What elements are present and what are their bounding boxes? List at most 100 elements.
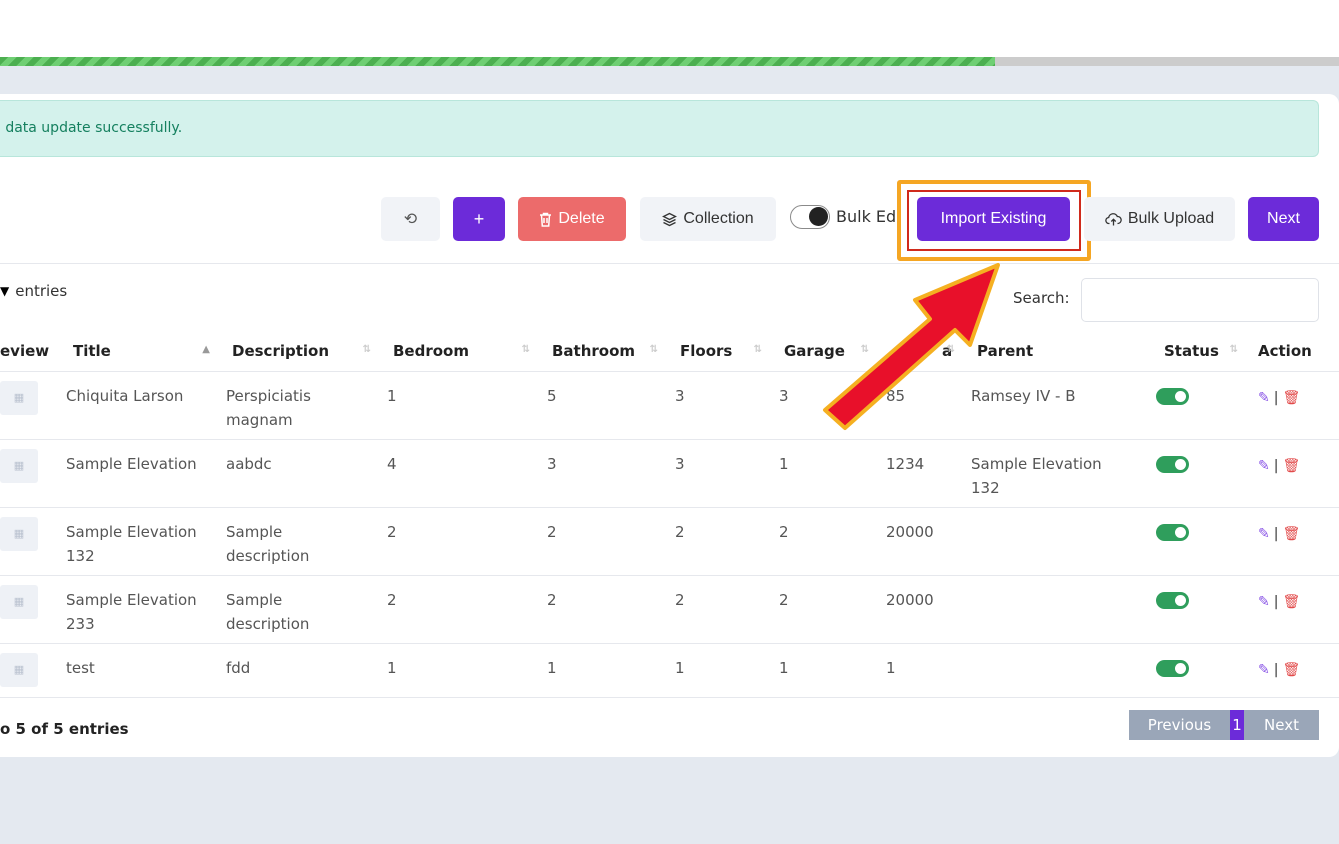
table-cell: 2 — [540, 507, 668, 576]
status-toggle[interactable] — [1156, 659, 1189, 677]
bulk-edit-toggle[interactable] — [790, 205, 830, 229]
top-bar — [0, 0, 1339, 57]
edit-icon[interactable]: ✎ — [1258, 522, 1270, 546]
cell-bedroom: 2 — [387, 590, 397, 609]
trash-icon[interactable]: 🗑 — [1282, 590, 1300, 614]
cell-floors: 3 — [675, 454, 685, 473]
column-header-area[interactable]: a ⇅ — [879, 332, 965, 372]
edit-icon[interactable]: ✎ — [1258, 590, 1270, 614]
undo-button[interactable]: ⟲ — [381, 197, 440, 241]
cell-floors: 2 — [675, 590, 685, 609]
search-label: Search: — [1013, 289, 1070, 307]
table-cell: 2 — [381, 575, 540, 644]
cell-garage: 1 — [779, 454, 789, 473]
status-toggle[interactable] — [1156, 591, 1189, 609]
trash-icon — [540, 212, 552, 227]
table-cell: 1 — [381, 371, 540, 440]
table-cell: 4 — [381, 439, 540, 508]
cell-bathroom: 5 — [547, 386, 557, 405]
cell-area: 20000 — [886, 590, 934, 609]
trash-icon[interactable]: 🗑 — [1282, 522, 1300, 546]
cell-bedroom: 1 — [387, 658, 397, 677]
status-cell — [1150, 575, 1248, 644]
column-header-title[interactable]: Title ▲ — [61, 332, 220, 372]
edit-icon[interactable]: ✎ — [1258, 386, 1270, 410]
highlight-box — [897, 180, 1091, 261]
column-header-garage[interactable]: Garage ⇅ — [772, 332, 879, 372]
edit-icon[interactable]: ✎ — [1258, 658, 1270, 682]
table-cell: 1 — [381, 643, 540, 698]
bulk-upload-label: Bulk Upload — [1127, 210, 1215, 227]
preview-cell: ▦ — [0, 371, 61, 440]
cell-garage: 3 — [779, 386, 789, 405]
edit-icon[interactable]: ✎ — [1258, 454, 1270, 478]
table-cell: 20000 — [879, 575, 965, 644]
chevron-down-icon: ▼ — [0, 284, 10, 298]
status-cell — [1150, 643, 1248, 698]
table-cell — [965, 507, 1150, 576]
status-toggle[interactable] — [1156, 523, 1189, 541]
cell-area: 20000 — [886, 522, 934, 541]
trash-icon[interactable]: 🗑 — [1282, 386, 1300, 410]
table-cell: 2 — [772, 575, 879, 644]
table-cell: fdd — [220, 643, 381, 698]
delete-label: Delete — [558, 210, 605, 227]
cell-title: Sample Elevation 233 — [66, 590, 197, 633]
table-cell: 1 — [772, 439, 879, 508]
cell-bathroom: 3 — [547, 454, 557, 473]
collection-button[interactable]: Collection — [640, 197, 776, 241]
entries-length-control[interactable]: ▼ entries — [0, 282, 67, 300]
table-cell: Chiquita Larson — [61, 371, 220, 440]
cell-garage: 2 — [779, 522, 789, 541]
table-cell: test — [61, 643, 220, 698]
pagination: Previous 1 Next — [1129, 710, 1319, 740]
next-label: Next — [1267, 210, 1300, 227]
status-toggle[interactable] — [1156, 455, 1189, 473]
table-cell — [965, 575, 1150, 644]
pagination-next[interactable]: Next — [1244, 710, 1319, 740]
table-cell: Sample Elevation 233 — [61, 575, 220, 644]
cell-description: aabdc — [226, 454, 272, 473]
table-cell: 85 — [879, 371, 965, 440]
table-cell: 5 — [540, 371, 668, 440]
column-header-status[interactable]: Status ⇅ — [1150, 332, 1248, 372]
table-cell: Sample description — [220, 575, 381, 644]
preview-cell: ▦ — [0, 575, 61, 644]
pagination-previous[interactable]: Previous — [1129, 710, 1230, 740]
progress-fill — [0, 57, 995, 66]
table-cell: 1 — [879, 643, 965, 698]
preview-cell: ▦ — [0, 507, 61, 576]
delete-button[interactable]: Delete — [518, 197, 626, 241]
trash-icon[interactable]: 🗑 — [1282, 658, 1300, 682]
table-header-row: eview Title ▲ Description ⇅ Bedroom ⇅ Bathr… — [0, 332, 1339, 372]
column-header-bedroom[interactable]: Bedroom ⇅ — [381, 332, 540, 372]
undo-icon: ⟲ — [403, 211, 418, 228]
column-header-parent[interactable]: Parent — [965, 332, 1150, 372]
cell-floors: 2 — [675, 522, 685, 541]
action-cell: ✎ | 🗑 — [1248, 575, 1339, 644]
cell-area: 85 — [886, 386, 906, 405]
cell-area: 1 — [886, 658, 896, 677]
bulk-upload-button[interactable]: Bulk Upload — [1084, 197, 1235, 241]
next-button[interactable]: Next — [1248, 197, 1319, 241]
table-row: ▦ Chiquita Larson Perspiciatis magnam 1 5 3 3 8… — [0, 371, 1339, 440]
table-cell: Sample Elevation 132 — [965, 439, 1150, 508]
progress-bar — [0, 57, 1339, 66]
search-input[interactable] — [1081, 278, 1319, 322]
trash-icon[interactable]: 🗑 — [1282, 454, 1300, 478]
table-row: ▦ Sample Elevation 132 Sample description 2… — [0, 507, 1339, 576]
cell-garage: 1 — [779, 658, 789, 677]
pagination-page-1[interactable]: 1 — [1230, 710, 1244, 740]
action-cell: ✎ | 🗑 — [1248, 643, 1339, 698]
column-header-floors[interactable]: Floors ⇅ — [668, 332, 772, 372]
thumbnail-image: ▦ — [0, 380, 38, 415]
column-header-description[interactable]: Description ⇅ — [220, 332, 381, 372]
preview-cell: ▦ — [0, 643, 61, 698]
column-header-bathroom[interactable]: Bathroom ⇅ — [540, 332, 668, 372]
status-toggle[interactable] — [1156, 387, 1189, 405]
action-cell: ✎ | 🗑 — [1248, 507, 1339, 576]
table-cell: 3 — [540, 439, 668, 508]
add-button[interactable]: + — [453, 197, 505, 241]
table-cell: Perspiciatis magnam — [220, 371, 381, 440]
column-header-preview[interactable]: eview — [0, 332, 61, 372]
